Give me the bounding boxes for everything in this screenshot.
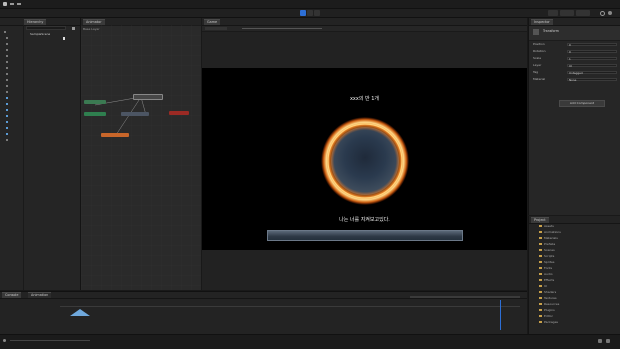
inspector-row[interactable]: Layer UI bbox=[529, 63, 620, 68]
inspector-object-header: Transform bbox=[529, 26, 620, 41]
game-canvas: xxx의 반 1개 나는 너를 지켜보고있다. bbox=[202, 68, 527, 250]
list-item[interactable]: Shaders bbox=[529, 290, 620, 294]
animator-panel: Animator Base Layer bbox=[81, 18, 201, 290]
component-title: Transform bbox=[543, 29, 559, 33]
game-view-panel: Game xxx의 반 1개 나는 너를 지켜보고있다. bbox=[202, 18, 527, 290]
layers-dropdown[interactable] bbox=[560, 10, 574, 16]
game-header: Game bbox=[202, 18, 527, 26]
inspector-row[interactable]: Rotation 0 bbox=[529, 49, 620, 54]
menu-bar bbox=[0, 0, 620, 9]
list-item[interactable]: Materials bbox=[529, 236, 620, 240]
state-node-idle[interactable] bbox=[133, 94, 163, 100]
state-node-exit[interactable] bbox=[169, 111, 189, 115]
list-item[interactable]: Prefabs bbox=[529, 242, 620, 246]
list-item[interactable]: Textures bbox=[529, 296, 620, 300]
inspector-header: Inspector bbox=[529, 18, 620, 26]
hierarchy-search[interactable] bbox=[26, 26, 66, 30]
list-item[interactable]: Scripts bbox=[529, 254, 620, 258]
list-item[interactable]: Fonts bbox=[529, 266, 620, 270]
playhead[interactable] bbox=[500, 300, 501, 330]
status-icon bbox=[3, 339, 6, 342]
inspector-row[interactable]: Scale 1 bbox=[529, 56, 620, 61]
tool-strip bbox=[0, 26, 23, 286]
settings-icon[interactable] bbox=[608, 11, 612, 15]
scale-slider[interactable] bbox=[242, 28, 322, 29]
scene-name: SampleScene bbox=[30, 32, 51, 36]
status-bar bbox=[0, 334, 620, 349]
list-item[interactable]: Animations bbox=[529, 230, 620, 234]
hierarchy-panel: Hierarchy SampleScene bbox=[0, 18, 81, 290]
object-icon bbox=[533, 29, 539, 35]
tab-animation[interactable]: Animation bbox=[28, 292, 52, 298]
tab-project[interactable]: Project bbox=[531, 217, 549, 223]
hierarchy-header: Hierarchy bbox=[0, 18, 80, 26]
menu-icon[interactable] bbox=[10, 3, 14, 5]
play-button[interactable] bbox=[300, 10, 306, 24]
tab-inspector[interactable]: Inspector bbox=[531, 19, 553, 25]
state-node-default[interactable] bbox=[101, 133, 129, 137]
layer-label: Base Layer bbox=[83, 27, 100, 31]
menu-icon[interactable] bbox=[17, 3, 21, 5]
status-icon[interactable] bbox=[598, 339, 602, 343]
list-item[interactable]: Packages bbox=[529, 320, 620, 324]
tab-hierarchy[interactable]: Hierarchy bbox=[24, 19, 47, 25]
project-panel: Project Assets Animations Materials Pref… bbox=[528, 216, 620, 334]
game-subtitle-text: 나는 너를 지켜보고있다. bbox=[339, 217, 390, 223]
project-header: Project bbox=[529, 216, 620, 224]
timeline-track bbox=[60, 306, 520, 307]
list-item[interactable]: Assets bbox=[529, 224, 620, 228]
pause-button[interactable] bbox=[307, 10, 313, 24]
list-item[interactable]: Editor bbox=[529, 314, 620, 318]
stone-bar bbox=[267, 230, 463, 241]
hierarchy-cursor-icon bbox=[63, 37, 65, 40]
animator-grid bbox=[81, 25, 201, 290]
timeline-slider[interactable] bbox=[410, 296, 520, 298]
hierarchy-divider bbox=[23, 25, 24, 290]
game-toolbar bbox=[202, 26, 527, 32]
add-component-button[interactable]: Add Component bbox=[559, 100, 605, 107]
resolution-dropdown[interactable] bbox=[205, 27, 227, 30]
list-item[interactable]: Effects bbox=[529, 278, 620, 282]
game-title-text: xxx의 반 1개 bbox=[349, 96, 380, 102]
state-node-anyState[interactable] bbox=[84, 112, 106, 116]
curve-peak bbox=[70, 309, 90, 316]
list-item[interactable]: Plugins bbox=[529, 308, 620, 312]
state-node-entry[interactable] bbox=[84, 100, 106, 104]
list-item[interactable]: Scenes bbox=[529, 248, 620, 252]
tab-game[interactable]: Game bbox=[204, 19, 221, 25]
list-item[interactable]: UI bbox=[529, 284, 620, 288]
search-icon[interactable] bbox=[600, 11, 605, 16]
add-icon[interactable] bbox=[72, 27, 75, 30]
inspector-row[interactable]: Tag Untagged bbox=[529, 70, 620, 75]
tab-console[interactable]: Console bbox=[2, 292, 22, 298]
list-item[interactable]: Resources bbox=[529, 302, 620, 306]
portal-ring bbox=[321, 117, 409, 205]
list-item[interactable]: Sprites bbox=[529, 260, 620, 264]
status-icon[interactable] bbox=[606, 339, 610, 343]
account-button[interactable] bbox=[548, 10, 558, 16]
toolbar bbox=[0, 9, 620, 24]
layout-dropdown[interactable] bbox=[576, 10, 590, 16]
inspector-panel: Inspector Transform Position 0 Rotation 0 … bbox=[528, 18, 620, 215]
unity-logo-icon[interactable] bbox=[3, 2, 7, 6]
status-line bbox=[10, 340, 90, 341]
inspector-row[interactable]: Position 0 bbox=[529, 42, 620, 47]
inspector-row[interactable]: Material None bbox=[529, 77, 620, 82]
list-item[interactable]: Audio bbox=[529, 272, 620, 276]
state-node-active[interactable] bbox=[121, 112, 149, 116]
hierarchy-root[interactable]: SampleScene bbox=[26, 32, 78, 36]
bottom-panel: Console Animation bbox=[0, 291, 527, 335]
step-button[interactable] bbox=[314, 10, 320, 24]
